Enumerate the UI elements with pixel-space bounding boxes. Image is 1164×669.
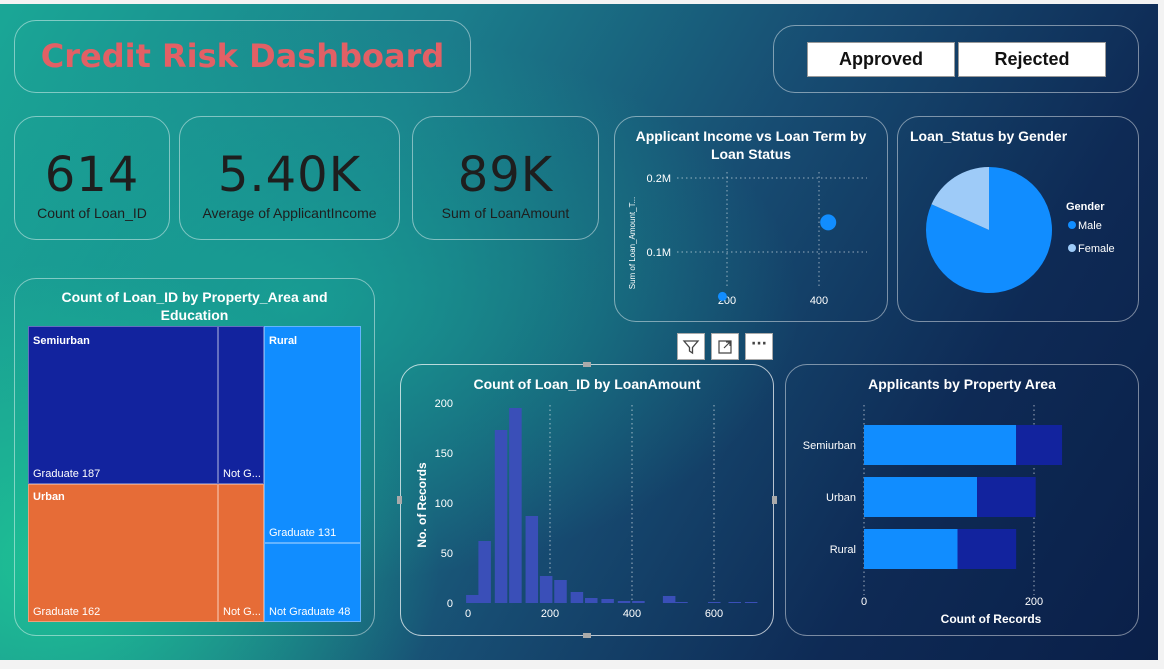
treemap-cell-label: Graduate 131: [269, 527, 337, 539]
histogram-bar: [601, 599, 614, 603]
kpi-label: Average of ApplicantIncome: [202, 205, 377, 221]
bar-segment: [864, 425, 1017, 465]
chart-title: Count of Loan_ID by Property_Area and Ed…: [61, 289, 328, 323]
kpi-card-avg-income[interactable]: 5.40K Average of ApplicantIncome: [179, 116, 400, 240]
x-tick-label: 600: [705, 608, 723, 620]
y-tick-label: 0.2M: [647, 173, 671, 185]
x-tick-label: 400: [623, 608, 641, 620]
more-options-icon[interactable]: ···: [745, 333, 773, 360]
legend-marker-female: [1068, 244, 1076, 252]
y-tick-label: 100: [435, 498, 453, 510]
treemap-cell-semiurban-not-graduate[interactable]: Not G...: [218, 326, 264, 484]
histogram-bar: [632, 601, 645, 603]
bar-segment: [1016, 425, 1063, 465]
histogram-bar: [478, 541, 491, 603]
kpi-value: 89K: [457, 147, 554, 203]
kpi-card-sum-loan[interactable]: 89K Sum of LoanAmount: [412, 116, 599, 240]
category-label: Semiurban: [803, 440, 856, 452]
histogram-bar: [494, 430, 508, 603]
treemap-group-label: Urban: [33, 491, 65, 503]
x-tick-label: 0: [861, 596, 867, 608]
resize-handle[interactable]: [397, 496, 402, 504]
treemap-group-label: Semiurban: [33, 335, 90, 347]
treemap-cell-label: Not Graduate 48: [269, 606, 351, 618]
x-axis-title: Count of Records: [941, 612, 1042, 626]
histogram-bar: [617, 601, 631, 603]
y-tick-label: 0.1M: [647, 247, 671, 259]
pie-plot: Gender Male Female: [926, 167, 1115, 293]
x-tick-label: 0: [465, 608, 471, 620]
bar-segment: [864, 477, 978, 517]
resize-handle[interactable]: [772, 496, 777, 504]
histogram-bar: [675, 602, 688, 603]
page-title: Credit Risk Dashboard: [40, 37, 445, 75]
histogram-plot: No. of Records 0 50 100 150 200 0 200 400 600: [415, 398, 758, 620]
kpi-label: Sum of LoanAmount: [441, 205, 570, 221]
legend-label-male: Male: [1078, 220, 1102, 232]
histogram-bar: [554, 580, 567, 603]
x-tick-label: 400: [810, 295, 828, 307]
histogram-bar: [708, 602, 721, 603]
property-area-bar-card[interactable]: Applicants by Property Area Count of Rec…: [785, 364, 1139, 636]
property-area-bar-plot: Count of Records 0 200 Semiurban Urban Rural: [803, 405, 1063, 626]
dashboard-canvas: Credit Risk Dashboard Approved Rejected …: [0, 4, 1158, 660]
histogram-bar: [585, 598, 598, 603]
filter-icon[interactable]: [677, 333, 705, 360]
treemap-cell-rural-graduate[interactable]: Rural Graduate 131: [264, 326, 361, 543]
loan-status-slicer: Approved Rejected: [773, 25, 1139, 93]
treemap-cell-label: Not G...: [223, 606, 261, 618]
histogram-bar: [728, 602, 741, 603]
scatter-plot: Sum of Loan_Amount_T... 200 4000.1M0.2M: [628, 172, 867, 307]
bar-segment: [864, 529, 958, 569]
histogram-card[interactable]: Count of Loan_ID by LoanAmount No. of Re…: [400, 364, 774, 636]
bar-segment: [977, 477, 1036, 517]
treemap-cell-rural-not-graduate[interactable]: Not Graduate 48: [264, 543, 361, 622]
y-tick-label: 50: [441, 548, 453, 560]
y-tick-label: 150: [435, 448, 453, 460]
scatter-point: [717, 291, 727, 301]
treemap-group-label: Rural: [269, 335, 298, 347]
title-card: Credit Risk Dashboard: [14, 20, 471, 93]
treemap-cell-label: Graduate 162: [33, 606, 101, 618]
bar-segment: [957, 529, 1017, 569]
resize-handle[interactable]: [583, 633, 591, 638]
pie-chart-card[interactable]: Loan_Status by Gender Gender Male Female: [897, 116, 1139, 322]
resize-handle[interactable]: [583, 362, 591, 367]
y-axis-title: No. of Records: [415, 462, 429, 548]
legend-title: Gender: [1066, 201, 1105, 213]
y-tick-label: 200: [435, 398, 453, 410]
category-label: Urban: [826, 492, 856, 504]
x-tick-label: 200: [541, 608, 559, 620]
histogram-bar: [570, 592, 584, 603]
treemap-cell-urban-graduate[interactable]: Urban Graduate 162: [28, 484, 218, 622]
histogram-bar: [525, 516, 539, 603]
scatter-point: [820, 214, 837, 231]
rejected-button[interactable]: Rejected: [958, 42, 1106, 77]
kpi-value: 614: [44, 147, 140, 203]
histogram-bar: [509, 408, 522, 603]
approved-button[interactable]: Approved: [807, 42, 955, 77]
focus-mode-icon[interactable]: [711, 333, 739, 360]
treemap-cell-semiurban-graduate[interactable]: Semiurban Graduate 187: [28, 326, 218, 484]
scatter-chart-card[interactable]: Applicant Income vs Loan Term by Loan St…: [614, 116, 888, 322]
treemap-cell-urban-not-graduate[interactable]: Not G...: [218, 484, 264, 622]
histogram-bar: [466, 595, 479, 603]
legend-label-female: Female: [1078, 243, 1115, 255]
histogram-bar: [662, 596, 676, 603]
kpi-label: Count of Loan_ID: [37, 205, 147, 221]
x-tick-label: 200: [1025, 596, 1043, 608]
category-label: Rural: [830, 544, 856, 556]
legend-marker-male: [1068, 221, 1076, 229]
y-axis-title: Sum of Loan_Amount_T...: [628, 197, 637, 290]
kpi-value: 5.40K: [217, 147, 362, 203]
kpi-card-count-loan[interactable]: 614 Count of Loan_ID: [14, 116, 170, 240]
treemap-cell-label: Graduate 187: [33, 468, 101, 480]
treemap-cell-label: Not G...: [223, 468, 261, 480]
histogram-bar: [744, 602, 758, 603]
y-tick-label: 0: [447, 598, 453, 610]
histogram-bar: [539, 576, 553, 603]
